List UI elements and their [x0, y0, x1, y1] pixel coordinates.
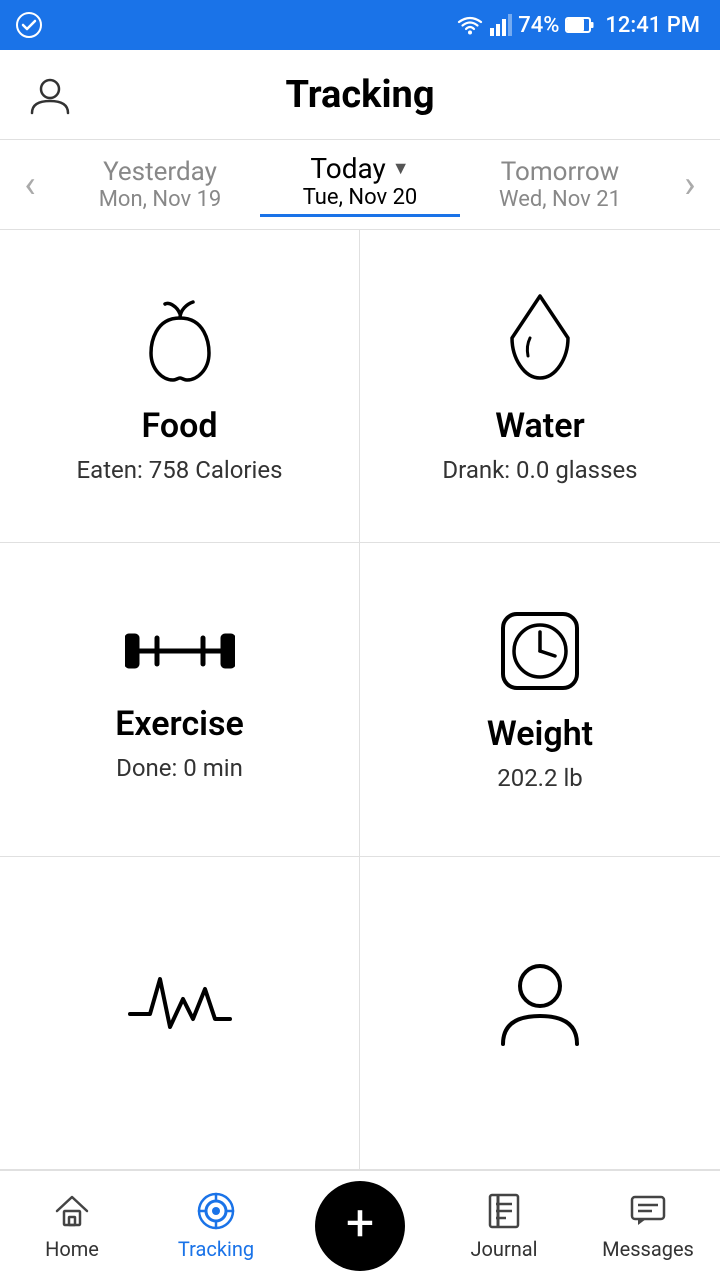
exercise-icon: [125, 616, 235, 686]
check-icon: [16, 12, 42, 38]
water-cell[interactable]: Water Drank: 0.0 glasses: [360, 230, 720, 543]
date-navigation: ‹ Yesterday Mon, Nov 19 Today ▼ Tue, Nov…: [0, 140, 720, 230]
nav-add[interactable]: +: [288, 1181, 432, 1271]
water-value: Drank: 0.0 glasses: [442, 456, 637, 484]
weight-value: 202.2 lb: [497, 764, 583, 792]
nav-messages[interactable]: Messages: [576, 1191, 720, 1261]
water-icon: [500, 288, 580, 388]
today-date[interactable]: Today ▼ Tue, Nov 20: [260, 152, 460, 217]
nav-journal[interactable]: Journal: [432, 1191, 576, 1261]
status-icons: 74% 12:41 PM: [456, 13, 700, 38]
weight-icon: [495, 606, 585, 696]
nav-home[interactable]: Home: [0, 1191, 144, 1261]
tracking-grid: Food Eaten: 758 Calories Water Drank: 0.…: [0, 230, 720, 1170]
profile-cell[interactable]: [360, 857, 720, 1170]
nav-tracking-label: Tracking: [178, 1237, 254, 1261]
nav-journal-label: Journal: [470, 1237, 537, 1261]
add-icon: +: [346, 1199, 374, 1249]
food-label: Food: [142, 406, 218, 446]
water-label: Water: [495, 406, 585, 446]
vitals-cell[interactable]: [0, 857, 360, 1170]
exercise-cell[interactable]: Exercise Done: 0 min: [0, 543, 360, 856]
nav-tracking[interactable]: Tracking: [144, 1191, 288, 1261]
nav-messages-label: Messages: [602, 1237, 694, 1261]
food-cell[interactable]: Food Eaten: 758 Calories: [0, 230, 360, 543]
battery-percent: 74%: [518, 13, 559, 38]
nav-home-label: Home: [45, 1237, 99, 1261]
page-title: Tracking: [285, 73, 434, 117]
exercise-label: Exercise: [115, 704, 244, 744]
bottom-navigation: Home Tracking + Journal: [0, 1170, 720, 1280]
tomorrow-date[interactable]: Tomorrow Wed, Nov 21: [460, 157, 660, 212]
page-header: Tracking: [0, 50, 720, 140]
profile-icon: [495, 954, 585, 1054]
yesterday-date[interactable]: Yesterday Mon, Nov 19: [60, 157, 260, 212]
add-button[interactable]: +: [315, 1181, 405, 1271]
status-bar: 74% 12:41 PM: [0, 0, 720, 50]
weight-label: Weight: [487, 714, 593, 754]
dropdown-arrow-icon: ▼: [392, 158, 410, 179]
next-arrow[interactable]: ›: [660, 140, 720, 229]
vitals-icon: [125, 969, 235, 1039]
exercise-value: Done: 0 min: [116, 754, 243, 782]
time-display: 12:41 PM: [605, 13, 700, 38]
weight-cell[interactable]: Weight 202.2 lb: [360, 543, 720, 856]
food-icon: [135, 288, 225, 388]
food-value: Eaten: 758 Calories: [77, 456, 283, 484]
prev-arrow[interactable]: ‹: [0, 140, 60, 229]
avatar-button[interactable]: [28, 73, 72, 117]
